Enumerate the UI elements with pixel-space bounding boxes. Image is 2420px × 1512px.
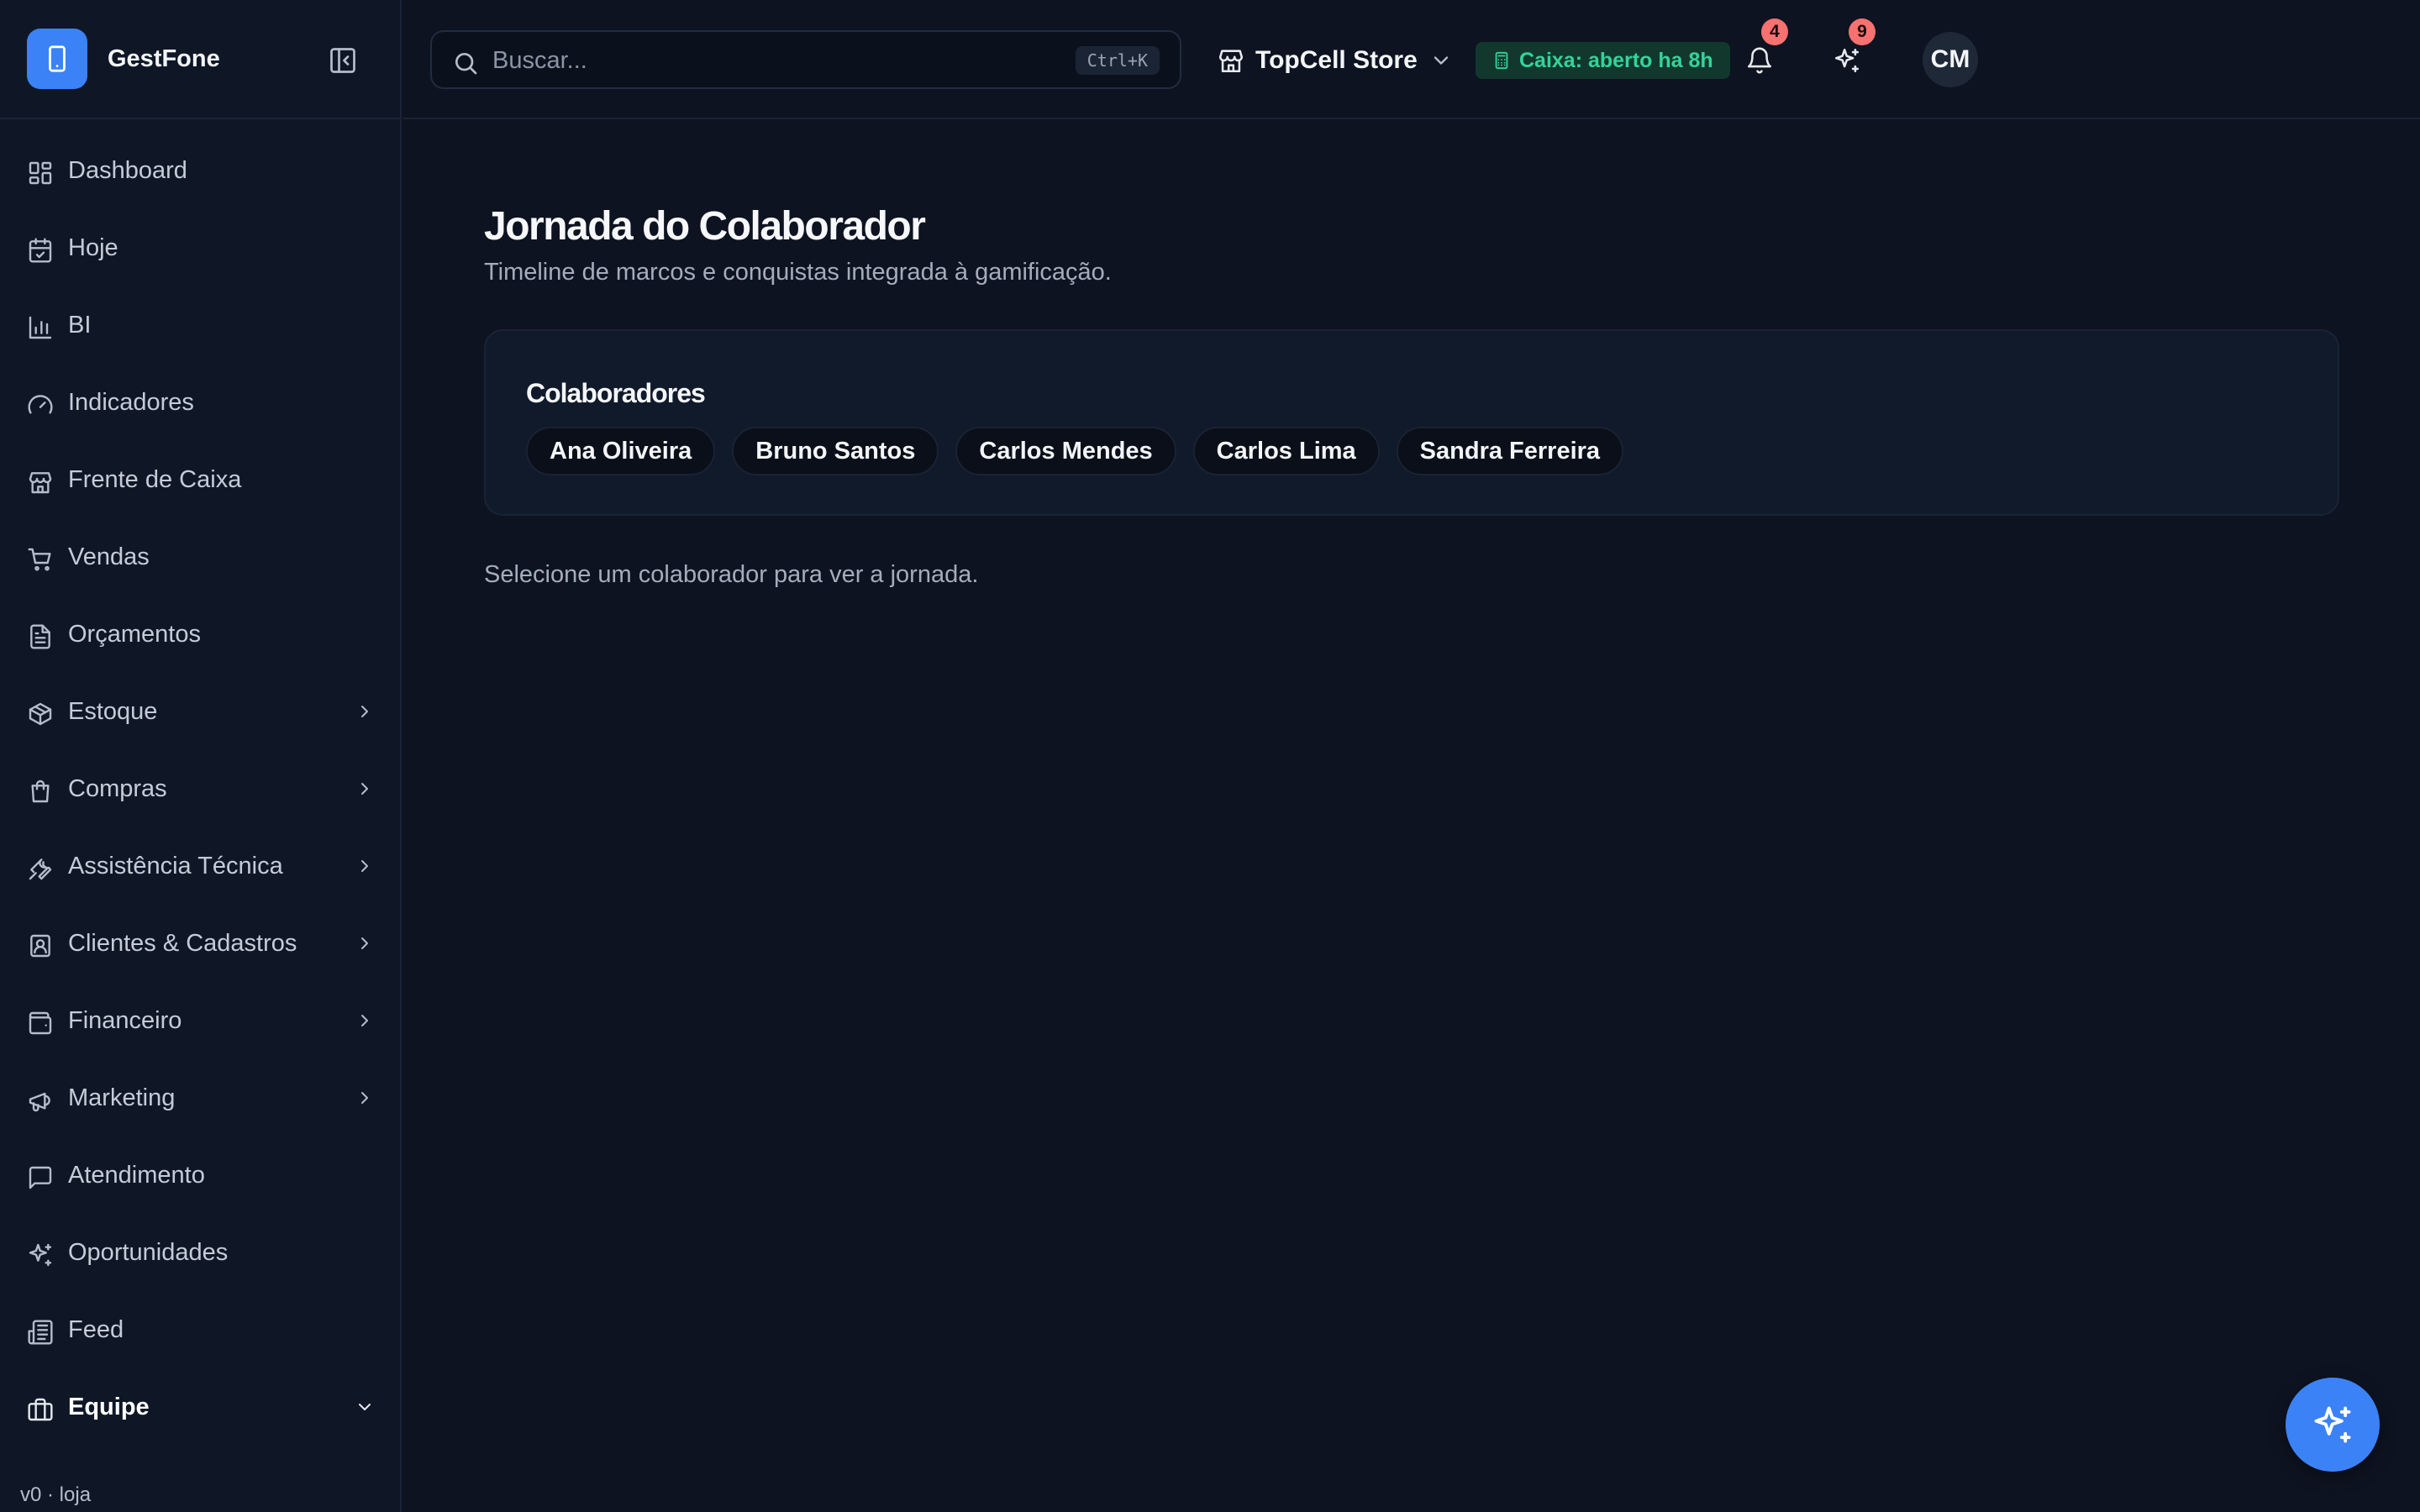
search-icon <box>455 53 477 75</box>
brand-name: GestFone <box>108 45 220 72</box>
ai-assistant-button[interactable] <box>2286 1378 2380 1472</box>
wrench-icon <box>29 858 52 880</box>
sidebar-item-label: Vendas <box>68 543 150 570</box>
search-placeholder: Buscar... <box>492 47 587 74</box>
megaphone-icon <box>29 1092 50 1112</box>
bell-icon <box>1747 47 1772 74</box>
calendar-check-icon <box>29 238 52 263</box>
chevron-right-icon <box>361 783 368 795</box>
smartphone-icon <box>49 45 66 72</box>
wallet-icon <box>29 1011 52 1035</box>
avatar[interactable]: CM <box>1923 32 1978 87</box>
collaborator-chip[interactable]: Sandra Ferreira <box>1396 427 1624 475</box>
chevron-right-icon <box>361 937 368 949</box>
chevron-right-icon <box>361 1092 368 1104</box>
sidebar-item-label: Hoje <box>68 234 118 261</box>
sidebar-item-financeiro[interactable]: Financeiro <box>0 991 402 1050</box>
sparkles-icon <box>2314 1406 2351 1443</box>
search-input[interactable]: Buscar... Ctrl+K <box>430 30 1181 89</box>
sidebar-item-label: Marketing <box>68 1084 176 1111</box>
sidebar-item-label: Compras <box>68 775 167 802</box>
collaborator-chip[interactable]: Ana Oliveira <box>526 427 716 475</box>
gauge-icon <box>28 395 53 414</box>
message-square-icon <box>29 1166 52 1189</box>
sidebar-item-label: Estoque <box>68 698 158 725</box>
ai-insights-badge: 9 <box>1849 18 1876 45</box>
store-name: TopCell Store <box>1255 46 1418 74</box>
layout-grid-icon <box>29 161 52 185</box>
chevron-right-icon <box>361 1015 368 1026</box>
sidebar-item-label: Atendimento <box>68 1162 205 1189</box>
sidebar-item-label: Orçamentos <box>68 621 201 648</box>
sidebar-item-label: Indicadores <box>68 389 194 416</box>
sidebar-item-label: BI <box>68 312 92 339</box>
collaborators-card: Colaboradores Ana Oliveira Bruno Santos … <box>484 329 2339 516</box>
sidebar-item-indicadores[interactable]: Indicadores <box>0 373 402 432</box>
sidebar-item-feed[interactable]: Feed <box>0 1300 402 1359</box>
collaborator-chip[interactable]: Carlos Lima <box>1192 427 1380 475</box>
sidebar-item-label: Financeiro <box>68 1007 182 1034</box>
ai-insights-button[interactable]: 9 <box>1817 18 1877 91</box>
chevron-down-icon <box>359 1404 371 1410</box>
empty-state-message: Selecione um colaborador para ver a jorn… <box>484 561 979 588</box>
chevron-down-icon <box>1434 56 1448 65</box>
sidebar-item-marketing[interactable]: Marketing <box>0 1068 402 1127</box>
sidebar-item-equipe[interactable]: Equipe <box>0 1378 402 1436</box>
sidebar-item-orcamentos[interactable]: Orçamentos <box>0 605 402 664</box>
sidebar: GestFone Dashboard Hoje BI Indicadores F… <box>0 0 402 1512</box>
brand-logo[interactable] <box>27 29 87 89</box>
contact-icon <box>30 934 50 958</box>
briefcase-icon <box>28 1398 53 1421</box>
sidebar-item-oportunidades[interactable]: Oportunidades <box>0 1223 402 1282</box>
sidebar-item-label: Oportunidades <box>68 1239 229 1266</box>
chevron-right-icon <box>361 860 368 872</box>
sidebar-item-clientes-cadastros[interactable]: Clientes & Cadastros <box>0 914 402 973</box>
package-icon <box>29 702 52 726</box>
calculator-icon <box>1495 51 1508 70</box>
chevron-right-icon <box>361 706 368 717</box>
file-text-icon <box>30 624 50 649</box>
collapse-sidebar-button[interactable] <box>326 44 360 77</box>
collaborator-chip[interactable]: Bruno Santos <box>732 427 939 475</box>
sidebar-item-label: Dashboard <box>68 157 187 184</box>
app-version: v0 · loja <box>20 1483 92 1506</box>
newspaper-icon <box>28 1320 53 1345</box>
cart-icon <box>28 548 51 571</box>
sidebar-item-estoque[interactable]: Estoque <box>0 682 402 741</box>
sidebar-item-label: Feed <box>68 1316 124 1343</box>
sidebar-item-label: Clientes & Cadastros <box>68 930 297 957</box>
sparkles-icon <box>1834 48 1860 73</box>
notifications-badge: 4 <box>1761 18 1788 45</box>
sidebar-item-dashboard[interactable]: Dashboard <box>0 141 402 200</box>
sparkles-icon <box>29 1243 52 1267</box>
collaborator-list: Ana Oliveira Bruno Santos Carlos Mendes … <box>526 427 1624 475</box>
page-subtitle: Timeline de marcos e conquistas integrad… <box>484 259 1112 286</box>
sidebar-item-compras[interactable]: Compras <box>0 759 402 818</box>
cash-status-badge[interactable]: Caixa: aberto ha 8h <box>1476 42 1730 79</box>
brand-header: GestFone <box>0 0 402 119</box>
card-title: Colaboradores <box>526 378 706 408</box>
cash-status-text: Caixa: aberto ha 8h <box>1519 48 1713 72</box>
sidebar-item-atendimento[interactable]: Atendimento <box>0 1146 402 1205</box>
top-bar: Buscar... Ctrl+K TopCell Store Caixa: ab… <box>403 0 2420 119</box>
collaborator-chip[interactable]: Carlos Mendes <box>955 427 1176 475</box>
sidebar-item-label: Frente de Caixa <box>68 466 242 493</box>
store-icon <box>1218 50 1244 73</box>
sidebar-item-bi[interactable]: BI <box>0 296 402 354</box>
search-shortcut: Ctrl+K <box>1075 46 1160 75</box>
sidebar-item-hoje[interactable]: Hoje <box>0 218 402 277</box>
sidebar-item-assistencia-tecnica[interactable]: Assistência Técnica <box>0 837 402 895</box>
sidebar-item-vendas[interactable]: Vendas <box>0 528 402 586</box>
shopping-bag-icon <box>31 780 50 803</box>
sidebar-item-frente-de-caixa[interactable]: Frente de Caixa <box>0 450 402 509</box>
store-selector[interactable]: TopCell Store <box>1217 37 1453 84</box>
sidebar-item-label: Assistência Técnica <box>68 853 283 879</box>
store-icon <box>29 472 52 494</box>
sidebar-item-label: Equipe <box>68 1394 150 1420</box>
bar-chart-icon <box>29 316 52 339</box>
page-title: Jornada do Colaborador <box>484 204 926 249</box>
panel-left-icon <box>330 48 355 73</box>
notifications-button[interactable]: 4 <box>1729 18 1790 91</box>
